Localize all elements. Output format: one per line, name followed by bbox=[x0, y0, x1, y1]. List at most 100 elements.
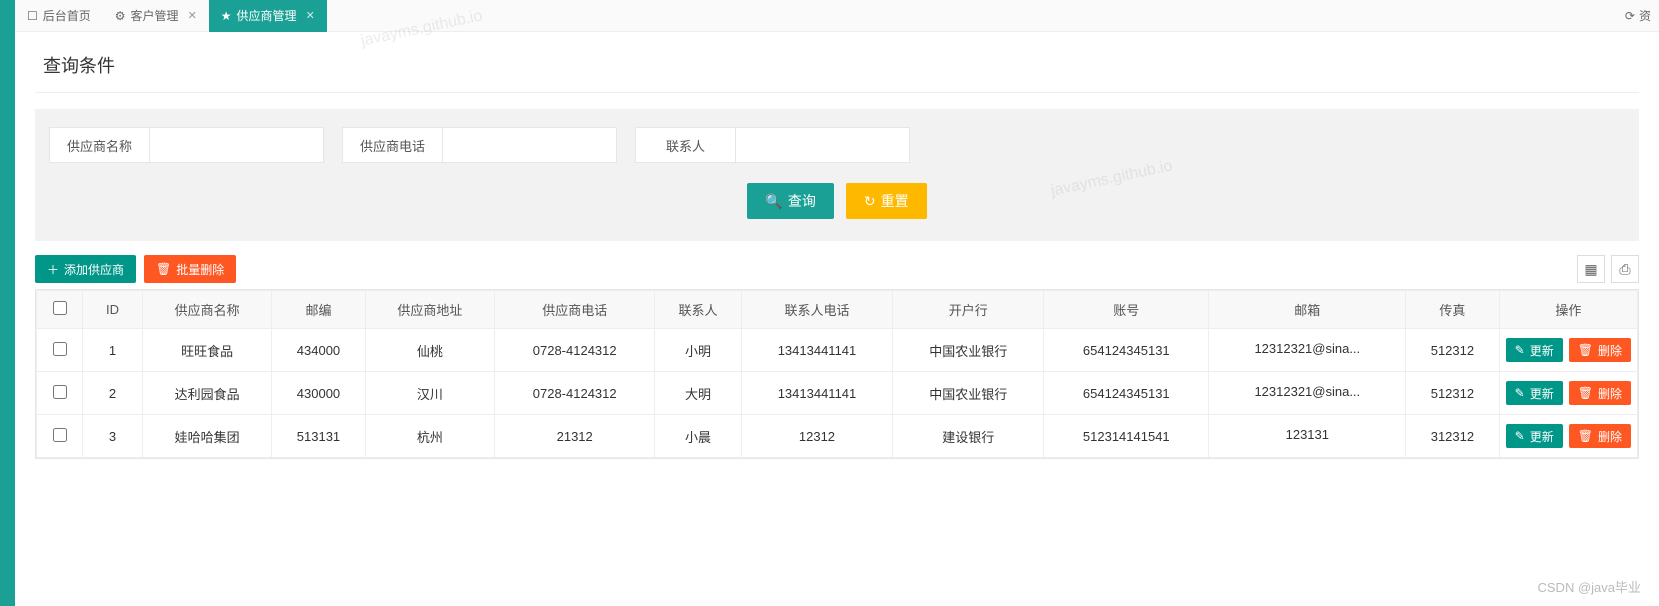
select-all-checkbox[interactable] bbox=[53, 301, 67, 315]
tab-right-label: 资 bbox=[1639, 7, 1651, 24]
cell-fax: 512312 bbox=[1406, 329, 1500, 372]
search-icon: 🔍 bbox=[765, 193, 782, 210]
cell-zip: 434000 bbox=[272, 329, 365, 372]
watermark: CSDN @java毕业 bbox=[1538, 577, 1642, 596]
table-row: 3 娃哈哈集团 513131 杭州 21312 小晨 12312 建设银行 51… bbox=[37, 415, 1638, 458]
cell-phone: 0728-4124312 bbox=[494, 329, 654, 372]
tab-supplier[interactable]: ★ 供应商管理 ✕ bbox=[209, 0, 327, 32]
table-wrap: ID 供应商名称 邮编 供应商地址 供应商电话 联系人 联系人电话 开户行 账号… bbox=[35, 289, 1639, 459]
table-header-row: ID 供应商名称 邮编 供应商地址 供应商电话 联系人 联系人电话 开户行 账号… bbox=[37, 291, 1638, 329]
row-checkbox[interactable] bbox=[53, 428, 67, 442]
th-email: 邮箱 bbox=[1209, 291, 1406, 329]
tab-customer[interactable]: ⚙ 客户管理 ✕ bbox=[103, 0, 209, 32]
cell-fax: 312312 bbox=[1406, 415, 1500, 458]
cell-account: 654124345131 bbox=[1044, 329, 1209, 372]
update-button[interactable]: ✎ 更新 bbox=[1506, 338, 1563, 362]
refresh-icon: ⟳ bbox=[1625, 9, 1635, 23]
cell-contact: 大明 bbox=[655, 372, 741, 415]
cell-contact-phone: 13413441141 bbox=[741, 329, 893, 372]
supplier-phone-input[interactable] bbox=[442, 127, 617, 163]
table-row: 2 达利园食品 430000 汉川 0728-4124312 大明 134134… bbox=[37, 372, 1638, 415]
delete-label: 删除 bbox=[1598, 385, 1622, 402]
add-supplier-button[interactable]: ＋ 添加供应商 bbox=[35, 255, 136, 283]
cell-name: 旺旺食品 bbox=[143, 329, 272, 372]
reset-label: 重置 bbox=[881, 191, 909, 211]
tab-label: 供应商管理 bbox=[237, 7, 297, 24]
close-icon[interactable]: ✕ bbox=[306, 9, 315, 22]
batch-delete-button[interactable]: 🗑 批量删除 bbox=[144, 255, 236, 283]
table-toolbar: ＋ 添加供应商 🗑 批量删除 ▦ ⎙ bbox=[35, 255, 1639, 283]
tab-right[interactable]: ⟳ 资 bbox=[1625, 7, 1651, 24]
th-zip: 邮编 bbox=[272, 291, 365, 329]
query-label: 查询 bbox=[788, 191, 816, 211]
columns-button[interactable]: ▦ bbox=[1577, 255, 1605, 283]
update-button[interactable]: ✎ 更新 bbox=[1506, 424, 1563, 448]
cell-id: 3 bbox=[83, 415, 143, 458]
cell-contact: 小晨 bbox=[655, 415, 741, 458]
star-icon: ★ bbox=[221, 9, 232, 23]
row-checkbox[interactable] bbox=[53, 342, 67, 356]
reset-icon: ↻ bbox=[864, 193, 876, 210]
update-label: 更新 bbox=[1530, 342, 1554, 359]
reset-button[interactable]: ↻ 重置 bbox=[846, 183, 927, 219]
tab-label: 后台首页 bbox=[43, 7, 91, 24]
search-fieldset: 查询条件 供应商名称 供应商电话 联系人 bbox=[35, 44, 1639, 241]
cell-bank: 中国农业银行 bbox=[893, 372, 1044, 415]
cell-zip: 513131 bbox=[272, 415, 365, 458]
th-op: 操作 bbox=[1499, 291, 1637, 329]
edit-icon: ✎ bbox=[1515, 386, 1525, 400]
th-contact: 联系人 bbox=[655, 291, 741, 329]
cell-fax: 512312 bbox=[1406, 372, 1500, 415]
batch-delete-label: 批量删除 bbox=[176, 261, 224, 278]
export-icon: ⎙ bbox=[1619, 261, 1630, 278]
cell-email: 12312321@sina... bbox=[1209, 329, 1406, 372]
search-label-phone: 供应商电话 bbox=[342, 127, 442, 163]
cell-bank: 中国农业银行 bbox=[893, 329, 1044, 372]
cell-contact-phone: 13413441141 bbox=[741, 372, 893, 415]
th-name: 供应商名称 bbox=[143, 291, 272, 329]
th-bank: 开户行 bbox=[893, 291, 1044, 329]
sidebar-stub bbox=[0, 0, 15, 606]
th-contact-phone: 联系人电话 bbox=[741, 291, 893, 329]
cell-id: 2 bbox=[83, 372, 143, 415]
trash-icon: 🗑 bbox=[1578, 386, 1593, 400]
table-row: 1 旺旺食品 434000 仙桃 0728-4124312 小明 1341344… bbox=[37, 329, 1638, 372]
cell-bank: 建设银行 bbox=[893, 415, 1044, 458]
export-button[interactable]: ⎙ bbox=[1611, 255, 1639, 283]
delete-button[interactable]: 🗑 删除 bbox=[1569, 424, 1631, 448]
tab-bar: ☐ 后台首页 ⚙ 客户管理 ✕ ★ 供应商管理 ✕ ⟳ 资 bbox=[15, 0, 1659, 32]
delete-button[interactable]: 🗑 删除 bbox=[1569, 338, 1631, 362]
supplier-name-input[interactable] bbox=[149, 127, 324, 163]
close-icon[interactable]: ✕ bbox=[188, 9, 197, 22]
cell-id: 1 bbox=[83, 329, 143, 372]
th-address: 供应商地址 bbox=[365, 291, 494, 329]
cell-email: 12312321@sina... bbox=[1209, 372, 1406, 415]
contact-input[interactable] bbox=[735, 127, 910, 163]
query-button[interactable]: 🔍 查询 bbox=[747, 183, 833, 219]
tab-label: 客户管理 bbox=[131, 7, 179, 24]
delete-label: 删除 bbox=[1598, 342, 1622, 359]
home-icon: ☐ bbox=[27, 9, 38, 23]
gear-icon: ⚙ bbox=[115, 9, 126, 23]
cell-account: 654124345131 bbox=[1044, 372, 1209, 415]
tab-home[interactable]: ☐ 后台首页 bbox=[15, 0, 103, 32]
cell-phone: 21312 bbox=[494, 415, 654, 458]
edit-icon: ✎ bbox=[1515, 429, 1525, 443]
cell-account: 512314141541 bbox=[1044, 415, 1209, 458]
edit-icon: ✎ bbox=[1515, 343, 1525, 357]
cell-contact: 小明 bbox=[655, 329, 741, 372]
update-button[interactable]: ✎ 更新 bbox=[1506, 381, 1563, 405]
th-fax: 传真 bbox=[1406, 291, 1500, 329]
cell-zip: 430000 bbox=[272, 372, 365, 415]
delete-button[interactable]: 🗑 删除 bbox=[1569, 381, 1631, 405]
cell-name: 达利园食品 bbox=[143, 372, 272, 415]
grid-icon: ▦ bbox=[1584, 261, 1597, 278]
cell-phone: 0728-4124312 bbox=[494, 372, 654, 415]
add-label: 添加供应商 bbox=[64, 261, 124, 278]
cell-contact-phone: 12312 bbox=[741, 415, 893, 458]
cell-email: 123131 bbox=[1209, 415, 1406, 458]
row-checkbox[interactable] bbox=[53, 385, 67, 399]
search-item-name: 供应商名称 bbox=[49, 127, 324, 163]
search-item-phone: 供应商电话 bbox=[342, 127, 617, 163]
supplier-table: ID 供应商名称 邮编 供应商地址 供应商电话 联系人 联系人电话 开户行 账号… bbox=[36, 290, 1638, 458]
